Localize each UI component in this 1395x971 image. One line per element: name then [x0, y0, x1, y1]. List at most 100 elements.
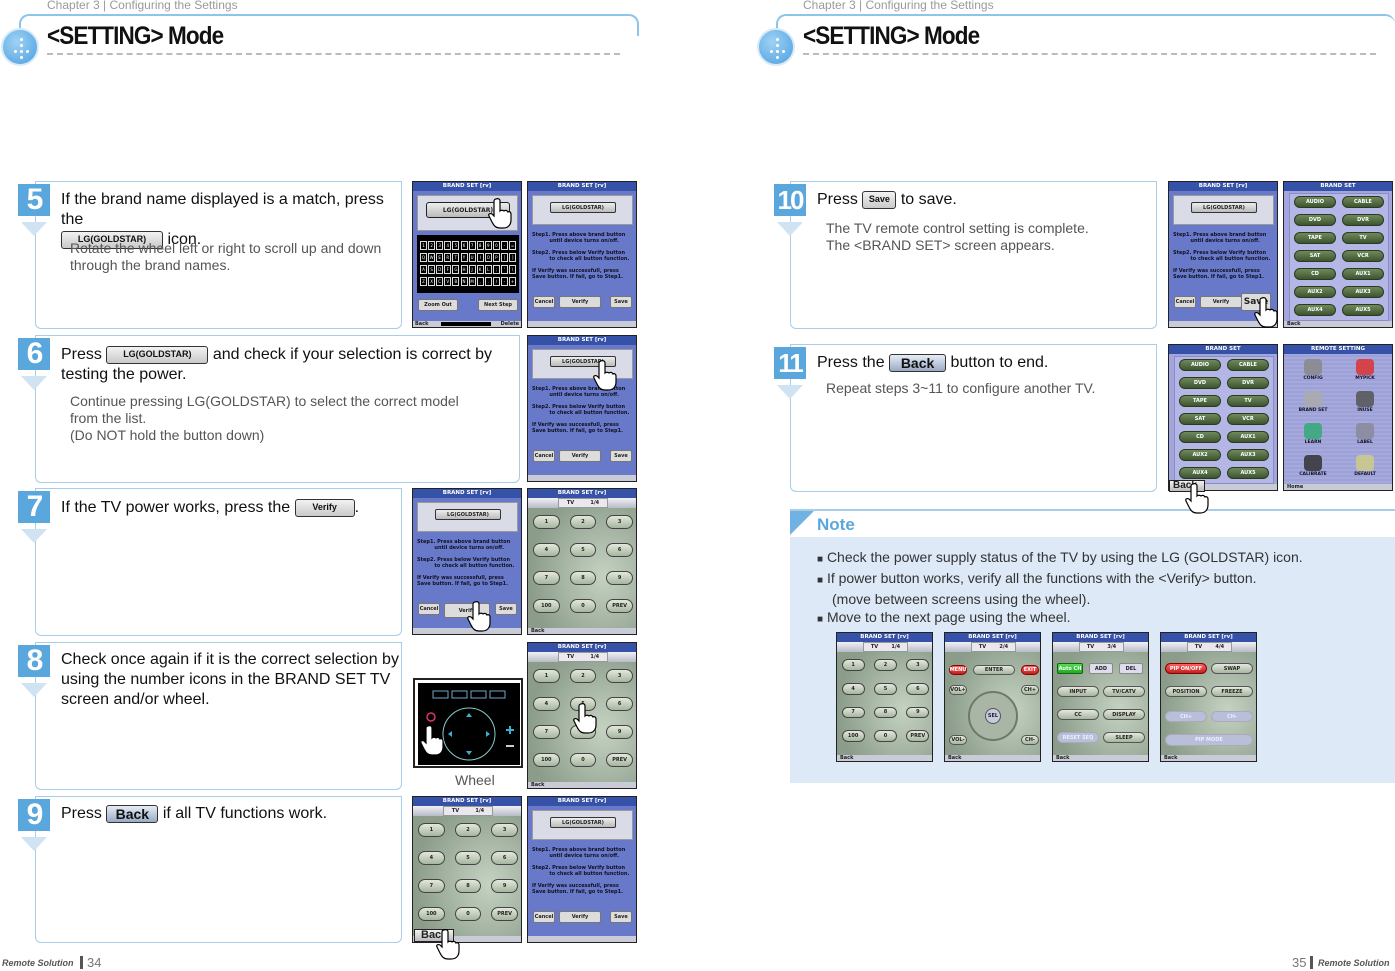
screen-button: Zoom Out — [418, 299, 458, 311]
screen-button: Cancel — [418, 603, 440, 615]
screen-button: Verify — [1200, 296, 1242, 308]
screen-button: 0 — [569, 753, 597, 767]
screen-button: 9 — [491, 879, 518, 893]
hand-pointer-icon — [487, 197, 513, 229]
hand-pointer-icon — [1184, 482, 1210, 514]
screen-title: BRAND SET [rv] — [945, 633, 1040, 642]
keyboard-key: 7 — [468, 241, 476, 250]
remote-item-label: BRAND SET — [1298, 408, 1328, 413]
screen-button: AUX5 — [1227, 467, 1269, 479]
screen-button: Save — [610, 911, 632, 923]
screen-button: CH- — [1021, 735, 1039, 745]
remote-item-label: LEARN — [1304, 440, 1322, 445]
keyboard-key: S — [428, 265, 436, 274]
screen-button: DISPLAY — [1103, 709, 1145, 720]
screen-title: BRAND SET [rv] — [528, 797, 636, 806]
screen-button: VCR — [1342, 250, 1384, 262]
step-11-text: Press the Back button to end. — [817, 353, 1048, 373]
screen-button: TV — [1342, 232, 1384, 244]
screen-button: 9 — [906, 706, 930, 719]
screen-button: VOL- — [949, 735, 967, 745]
wheel-image — [413, 678, 523, 768]
keyboard-key: N — [460, 277, 468, 286]
step-6-subtext: Continue pressing LG(GOLDSTAR) to select… — [70, 393, 459, 444]
note-text: Move to the next page using the wheel. — [826, 609, 1071, 625]
step-number: 6 — [18, 338, 50, 370]
screen-button: AUDIO — [1294, 196, 1336, 208]
screen-title: BRAND SET [rv] — [413, 489, 521, 498]
screen-button: 0 — [873, 730, 898, 743]
input-field — [441, 322, 491, 326]
lg-goldstar-button-inline: LG(GOLDSTAR) — [106, 345, 209, 364]
screen-button: POSITION — [1165, 686, 1207, 697]
hand-pointer-icon — [1253, 296, 1279, 328]
device-tab: TV 1/4 — [863, 642, 908, 652]
screen-button: 8 — [873, 706, 898, 719]
screen-button: AUX1 — [1342, 268, 1384, 280]
tab-label: TV — [566, 500, 575, 506]
screen-button: CH+ — [1165, 711, 1207, 722]
device-screen: BRAND SET [rv] TV 3/4 Auto CH ADD DEL INPUT TV/… — [1052, 632, 1149, 762]
screen-title: BRAND SET [rv] — [837, 633, 932, 642]
screen-button: LG(GOLDSTAR) — [550, 817, 616, 828]
delete-label: Delete — [500, 321, 519, 327]
keyboard-key: Y — [460, 253, 468, 262]
screen-button: 2 — [569, 515, 597, 529]
screen-button: 6 — [606, 543, 633, 557]
step-text: testing the power. — [61, 366, 187, 383]
remote-item-label: CONFIG — [1303, 376, 1323, 381]
hand-pointer-icon — [435, 928, 461, 960]
screen-button: 5 — [873, 682, 898, 695]
keyboard-key: M — [468, 277, 476, 286]
screen-button: PIP ON/OFF — [1165, 663, 1207, 674]
keyboard-key: ' — [501, 265, 508, 274]
keyboard-key: 2 — [428, 241, 436, 250]
note-item: ■ Check the power supply status of the T… — [817, 549, 1303, 565]
keyboard-key: ] — [509, 253, 517, 262]
screen-title: BRAND SET [rv] — [1053, 633, 1148, 642]
screen-button: 4 — [533, 543, 560, 557]
wheel-caption: Wheel — [455, 772, 495, 788]
screen-bottom-bar: Back Delete — [413, 321, 521, 327]
keyboard-key: L — [484, 265, 492, 274]
keyboard-key: 5 — [452, 241, 460, 250]
screen-button: Auto CH — [1057, 663, 1083, 674]
device-tab: TV 2/4 — [971, 642, 1016, 652]
keyboard-area: 1 2 3 4 5 6 7 8 9 0- = Q W E R T Y U I O P[] A S D F G H J K L; ' \ Z X C V… — [417, 235, 519, 293]
screen-button: 100 — [533, 599, 560, 613]
keyboard-key: X — [428, 277, 436, 286]
screen-button: ENTER — [973, 665, 1015, 675]
page-number: 34 — [80, 956, 101, 969]
hand-pointer-icon — [572, 702, 598, 734]
chapter-label: Chapter 3 | Configuring the Settings — [803, 0, 994, 12]
screen-button: PREV — [606, 599, 633, 613]
screen-button: SAT — [1294, 250, 1336, 262]
keyboard-key: J — [468, 265, 476, 274]
verify-instructions: Step1. Press above brand button until de… — [532, 386, 630, 434]
screen-button: 100 — [418, 907, 445, 921]
screen-title: BRAND SET [rv] — [413, 797, 521, 806]
keyboard-key: F — [444, 265, 452, 274]
screen-bottom-bar: Back — [1284, 321, 1392, 327]
screen-button: Save — [610, 296, 632, 308]
footer-brand-logo: Remote Solution — [2, 958, 74, 968]
step-6-text: Press LG(GOLDSTAR) and check if your sel… — [61, 345, 511, 385]
screen-button: 9 — [606, 571, 633, 585]
screen-title: BRAND SET [rv] — [528, 489, 636, 498]
screen-button: 1 — [418, 823, 445, 837]
tab-label: TV — [870, 644, 879, 650]
screen-bottom-bar — [528, 321, 636, 327]
step-9-text: Press Back if all TV functions work. — [61, 804, 327, 824]
screen-button: SAT — [1179, 413, 1221, 425]
sub-line: (Do NOT hold the button down) — [70, 427, 265, 443]
save-button-inline: Save — [862, 190, 897, 209]
keyboard-key: W — [428, 253, 436, 262]
screen-button: AUX4 — [1294, 304, 1336, 316]
screen-button: 9 — [606, 725, 633, 739]
screen-button: 4 — [533, 697, 560, 711]
keyboard-key: = — [509, 241, 517, 250]
keyboard-key: . — [484, 277, 492, 286]
screen-button: 6 — [606, 697, 633, 711]
back-label: Back — [415, 321, 429, 327]
screen-button: 6 — [491, 851, 518, 865]
